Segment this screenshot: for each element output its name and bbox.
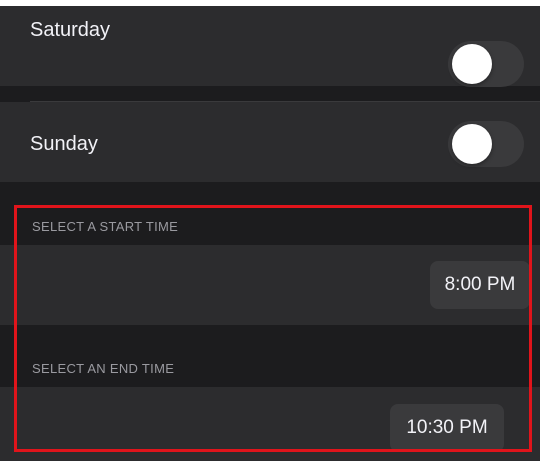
sunday-label: Sunday — [30, 133, 98, 155]
start-time-row: 8:00 PM — [0, 245, 540, 325]
sunday-row: Sunday — [0, 102, 540, 182]
sunday-toggle-knob — [452, 124, 492, 164]
start-time-header: SELECT A START TIME — [32, 219, 179, 234]
end-time-button[interactable]: 10:30 PM — [390, 404, 504, 452]
saturday-toggle[interactable] — [448, 41, 524, 87]
start-time-button[interactable]: 8:00 PM — [430, 261, 530, 309]
end-time-row: 10:30 PM — [0, 387, 540, 461]
settings-screen: Saturday Sunday SELECT A START TIME 8:00… — [0, 0, 540, 461]
end-time-header: SELECT AN END TIME — [32, 361, 175, 376]
saturday-toggle-knob — [452, 44, 492, 84]
saturday-row: Saturday — [0, 6, 540, 87]
saturday-label: Saturday — [30, 19, 111, 41]
sunday-toggle[interactable] — [448, 121, 524, 167]
